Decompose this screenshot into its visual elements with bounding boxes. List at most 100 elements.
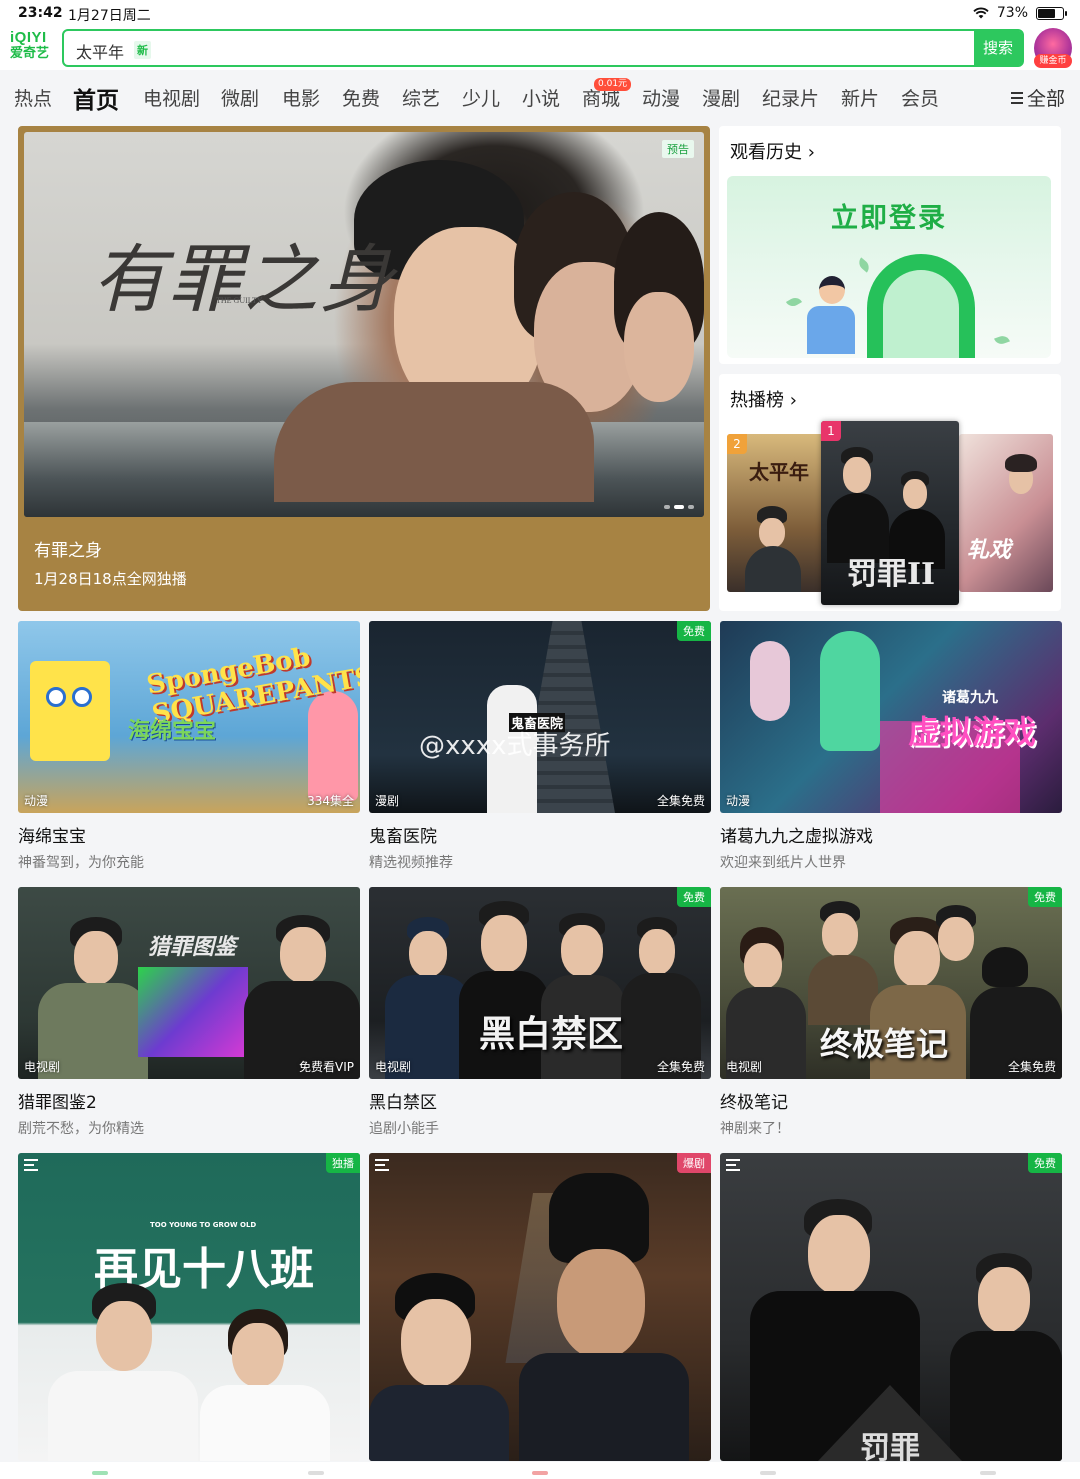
hero-banner[interactable]: 有罪之身 THE GUILTY 预告 有罪之身 1月28日18点全网独播 <box>18 126 710 611</box>
poster-figure-face <box>481 915 527 973</box>
hot-poster-1[interactable]: 1 罚罪II <box>821 421 959 605</box>
exclusive-tag: 独播 <box>326 1153 360 1173</box>
video-subtitle: 神番驾到，为你充能 <box>18 855 144 871</box>
poster-figure-hair <box>982 947 1028 987</box>
battery-percent: 73% <box>996 5 1028 21</box>
category-label: 电视剧 <box>375 1060 412 1074</box>
tab-documentary[interactable]: 纪录片 <box>762 84 819 111</box>
poster-figure-face <box>557 1249 645 1359</box>
video-card[interactable]: 鬼畜医院 @xxxx式事务所 免费 漫剧 全集免费 鬼畜医院 精选视频推荐 <box>369 621 711 872</box>
earn-coin-button[interactable]: 赚金币 <box>1034 28 1072 68</box>
login-button-text[interactable]: 立即登录 <box>727 196 1051 235</box>
tab-comic-drama[interactable]: 漫剧 <box>702 84 740 111</box>
video-title[interactable]: 黑白禁区 <box>369 1088 711 1113</box>
hero-figure-body <box>274 382 594 502</box>
hot-ranking-title[interactable]: 热播榜 › <box>730 386 797 412</box>
search-input[interactable]: 太平年 <box>76 39 124 63</box>
poster-card[interactable]: 免费 罚罪 <box>720 1153 1062 1461</box>
leaf-decoration <box>994 333 1010 347</box>
tab-home[interactable]: 首页 <box>73 81 119 115</box>
hero-image: 有罪之身 THE GUILTY 预告 <box>24 132 704 517</box>
hot-ranking-panel: 热播榜 › 2 太平年 轧戏 1 罚罪II <box>719 374 1061 611</box>
hot-poster-2[interactable]: 2 太平年 <box>727 434 827 592</box>
video-title[interactable]: 终极笔记 <box>720 1088 1062 1113</box>
video-thumbnail: 黑白禁区 免费 电视剧 全集免费 <box>369 887 711 1079</box>
category-nav: 热点 首页 电视剧 微剧 电影 免费 综艺 少儿 小说 商城 0.01元 动漫 … <box>0 78 1080 118</box>
poster-figure-face <box>232 1323 284 1387</box>
tab-tv[interactable]: 电视剧 <box>143 84 200 111</box>
hero-title: 有罪之身 <box>34 541 102 561</box>
anime-figure <box>820 631 880 751</box>
tab-icon[interactable] <box>308 1471 324 1475</box>
leaf-decoration <box>856 257 872 273</box>
tab-icon[interactable] <box>532 1471 548 1475</box>
video-thumbnail: 爆剧 <box>369 1153 711 1461</box>
video-title[interactable]: 猎罪图鉴2 <box>18 1088 360 1113</box>
poster-title: 虚拟游戏 <box>908 713 1037 751</box>
hot-poster-3[interactable]: 轧戏 <box>959 434 1053 592</box>
status-time: 23:42 <box>18 5 63 21</box>
video-subtitle: 剧荒不愁，为你精选 <box>18 1121 144 1137</box>
all-categories-button[interactable]: 全部 <box>1010 84 1065 111</box>
video-title[interactable]: 海绵宝宝 <box>18 822 360 847</box>
video-card[interactable]: 猎罪图鉴 电视剧 免费看VIP 猎罪图鉴2 剧荒不愁，为你精选 <box>18 887 360 1138</box>
poster-figure-face <box>978 1267 1030 1333</box>
search-button[interactable]: 搜索 <box>974 31 1022 65</box>
hero-trailer-tag: 预告 <box>662 140 694 158</box>
poster-card[interactable]: 爆剧 <box>369 1153 711 1461</box>
top-header: iQIYI 爱奇艺 太平年 新 搜索 赚金币 <box>0 28 1080 70</box>
video-card[interactable]: 终极笔记 免费 电视剧 全集免费 终极笔记 神剧来了！ <box>720 887 1062 1138</box>
tab-micro-drama[interactable]: 微剧 <box>221 84 259 111</box>
hero-figure3-face <box>624 292 694 402</box>
video-card[interactable]: 诸葛九九 虚拟游戏 动漫 诸葛九九之虚拟游戏 欢迎来到纸片人世界 <box>720 621 1062 872</box>
search-bar[interactable]: 太平年 新 搜索 <box>62 29 1024 67</box>
video-thumbnail: SpongeBob SQUAREPANTS 海绵宝宝 动漫 334集全 <box>18 621 360 813</box>
tab-anime[interactable]: 动漫 <box>642 84 680 111</box>
tab-kids[interactable]: 少儿 <box>462 84 500 111</box>
poster-title: 终极笔记 <box>820 1025 949 1063</box>
tab-free[interactable]: 免费 <box>342 84 380 111</box>
video-title[interactable]: 鬼畜医院 <box>369 822 711 847</box>
tab-new-movies[interactable]: 新片 <box>841 84 879 111</box>
poster-figure-body <box>369 1385 509 1461</box>
poster-figure-face <box>561 925 603 977</box>
tab-variety[interactable]: 综艺 <box>402 84 440 111</box>
tab-icon[interactable] <box>980 1471 996 1475</box>
poster-figure-body <box>48 1371 198 1461</box>
rank-badge: 1 <box>821 421 841 441</box>
tab-home-icon[interactable] <box>92 1471 108 1475</box>
video-card[interactable]: SpongeBob SQUAREPANTS 海绵宝宝 动漫 334集全 海绵宝宝… <box>18 621 360 872</box>
patrick-figure <box>308 691 358 801</box>
hot-poster-1-title: 罚罪II <box>847 557 936 592</box>
poster-figure-body <box>950 1331 1062 1461</box>
video-card[interactable]: 黑白禁区 免费 电视剧 全集免费 黑白禁区 追剧小能手 <box>369 887 711 1138</box>
bottom-tab-bar <box>0 1462 1080 1479</box>
figure-eye <box>72 687 92 707</box>
iqiyi-logo[interactable]: iQIYI 爱奇艺 <box>10 30 54 60</box>
poster-card[interactable]: 独播 TOO YOUNG TO GROW OLD 再见十八班 <box>18 1153 360 1461</box>
add-to-list-icon[interactable] <box>726 1159 744 1173</box>
watermark-text: @xxxx式事务所 <box>419 731 611 761</box>
carousel-dots[interactable] <box>664 505 694 509</box>
free-all-label: 全集免费 <box>1007 1060 1056 1074</box>
search-new-badge: 新 <box>134 41 151 59</box>
tab-movie[interactable]: 电影 <box>282 84 320 111</box>
free-tag: 免费 <box>1028 1153 1062 1173</box>
poster-figure-body <box>519 1353 689 1461</box>
poster-cn-title: 海绵宝宝 <box>128 718 217 744</box>
poster-figure-body <box>808 955 878 1025</box>
video-thumbnail: 独播 TOO YOUNG TO GROW OLD 再见十八班 <box>18 1153 360 1461</box>
add-to-list-icon[interactable] <box>24 1159 42 1173</box>
watch-history-title[interactable]: 观看历史 › <box>730 138 815 164</box>
tab-icon[interactable] <box>760 1471 776 1475</box>
wifi-icon <box>973 7 989 19</box>
video-thumbnail: 鬼畜医院 @xxxx式事务所 免费 漫剧 全集免费 <box>369 621 711 813</box>
video-title[interactable]: 诸葛九九之虚拟游戏 <box>720 822 1062 847</box>
tab-novel[interactable]: 小说 <box>522 84 560 111</box>
login-card[interactable]: 立即登录 <box>727 176 1051 358</box>
tab-vip[interactable]: 会员 <box>901 84 939 111</box>
poster-figure-face <box>843 457 871 493</box>
add-to-list-icon[interactable] <box>375 1159 393 1173</box>
poster-small-title: 诸葛九九 <box>942 690 998 706</box>
tab-hot[interactable]: 热点 <box>14 84 52 111</box>
